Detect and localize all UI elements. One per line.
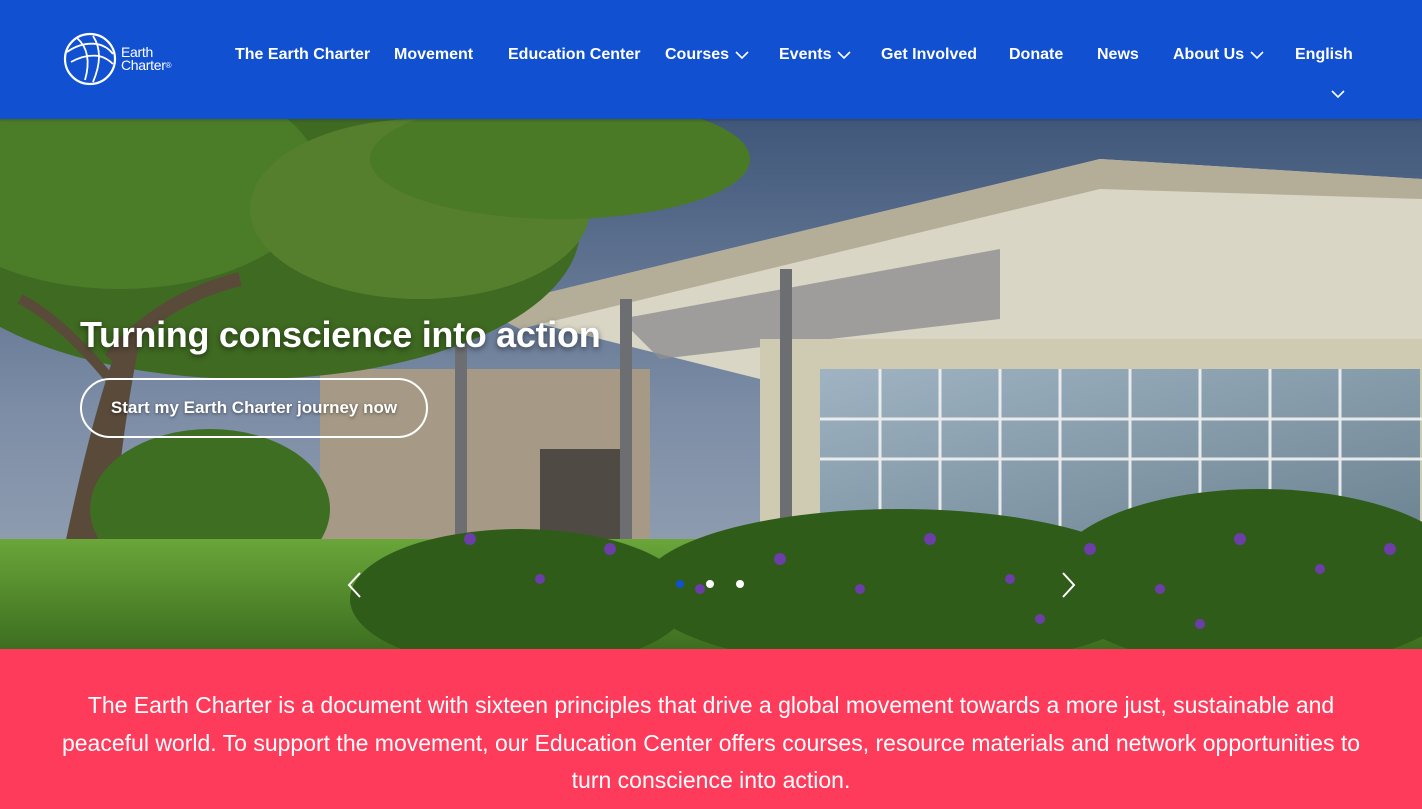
slider-dot-2[interactable] — [706, 580, 714, 588]
nav-label: English — [1295, 46, 1353, 63]
intro-banner: The Earth Charter is a document with six… — [0, 649, 1422, 809]
site-header: Earth Charter® The Earth Charter Movemen… — [0, 0, 1422, 119]
globe-logo-icon — [63, 32, 117, 86]
nav-the-earth-charter[interactable]: The Earth Charter — [235, 46, 370, 64]
start-journey-button-label: Start my Earth Charter journey now — [110, 398, 398, 417]
language-chevron-down-icon[interactable] — [1330, 88, 1346, 100]
hero-title: Turning conscience into action — [80, 314, 601, 355]
nav-education-center[interactable]: Education Center — [508, 46, 640, 64]
nav-donate[interactable]: Donate — [1009, 46, 1063, 64]
chevron-down-icon — [735, 51, 749, 60]
slider-pagination — [676, 580, 744, 588]
intro-text: The Earth Charter is a document with six… — [61, 692, 1361, 793]
slider-dot-1[interactable] — [676, 580, 684, 588]
nav-courses[interactable]: Courses — [665, 46, 749, 64]
nav-movement[interactable]: Movement — [394, 46, 473, 64]
nav-label: Courses — [665, 46, 730, 63]
slider-prev-arrow-icon[interactable] — [345, 570, 365, 600]
nav-news[interactable]: News — [1097, 46, 1139, 64]
logo-line-2: Charter® — [121, 57, 172, 73]
nav-label: Events — [779, 46, 832, 63]
hero-slider: Turning conscience into action Start my … — [0, 119, 1422, 649]
logo-wordmark: Earth Charter® — [121, 45, 172, 73]
start-journey-button[interactable]: Start my Earth Charter journey now — [80, 378, 428, 438]
earth-charter-logo[interactable]: Earth Charter® — [63, 32, 183, 86]
slider-next-arrow-icon[interactable] — [1058, 570, 1078, 600]
nav-label: Education Center — [508, 46, 641, 63]
nav-events[interactable]: Events — [779, 46, 852, 64]
nav-label: News — [1097, 46, 1139, 63]
nav-label: Get Involved — [881, 46, 978, 63]
slider-dot-3[interactable] — [736, 580, 744, 588]
nav-language-english[interactable]: English — [1295, 46, 1353, 64]
nav-label: Donate — [1009, 46, 1064, 63]
nav-label: The Earth Charter — [235, 46, 371, 63]
chevron-down-icon — [1250, 51, 1264, 60]
nav-label: Movement — [394, 46, 474, 63]
nav-about-us[interactable]: About Us — [1173, 46, 1264, 64]
nav-label: About Us — [1173, 46, 1245, 63]
nav-get-involved[interactable]: Get Involved — [881, 46, 977, 64]
chevron-down-icon — [837, 51, 852, 60]
